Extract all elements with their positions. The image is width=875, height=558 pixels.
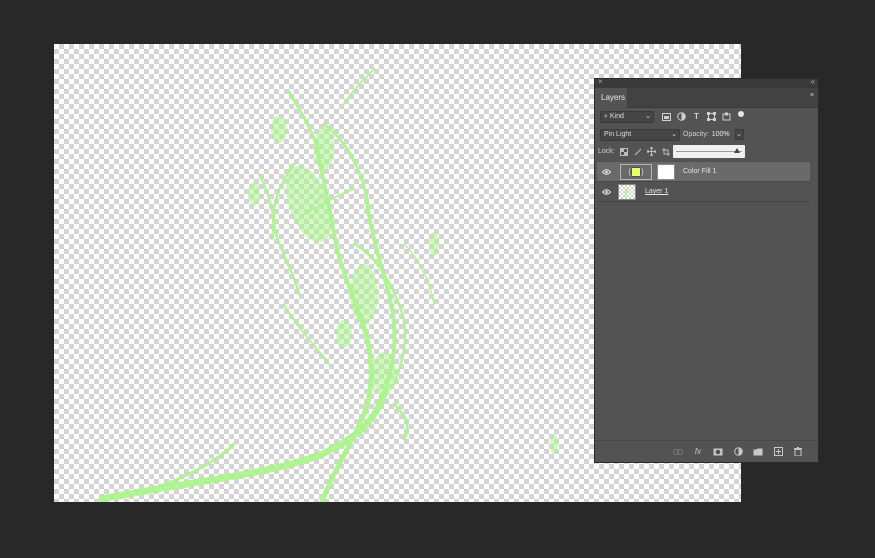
- tab-layers[interactable]: Layers: [595, 88, 627, 108]
- bracket-right-icon: }: [641, 166, 644, 176]
- color-fill-thumbnail[interactable]: { }: [620, 163, 652, 180]
- chevron-down-icon: ⌄: [645, 112, 651, 120]
- lock-position-icon[interactable]: [647, 147, 657, 157]
- panel-tab-row: Layers ≡: [595, 88, 818, 108]
- visibility-eye-icon[interactable]: [599, 182, 613, 202]
- search-icon: ⌕: [604, 112, 608, 120]
- layer-style-fx-icon[interactable]: fx: [692, 446, 704, 458]
- smart-object-filter-icon[interactable]: [721, 111, 732, 122]
- layer-mask-thumbnail[interactable]: [657, 163, 675, 180]
- panel-bottom-toolbar: fx: [595, 440, 818, 462]
- fill-color-swatch: [631, 166, 641, 177]
- opacity-slider[interactable]: [673, 145, 745, 158]
- image-filter-icon[interactable]: [661, 111, 672, 122]
- shape-filter-icon[interactable]: [706, 111, 717, 122]
- chevron-down-icon: ⌄: [671, 130, 677, 138]
- new-layer-icon[interactable]: [772, 446, 784, 458]
- panel-titlebar: × «: [595, 77, 818, 88]
- blend-mode-select[interactable]: Pin Light ⌄: [600, 128, 680, 141]
- lock-artboard-icon[interactable]: [661, 147, 671, 157]
- adjustment-filter-icon[interactable]: [676, 111, 687, 122]
- layer-thumbnail[interactable]: [618, 183, 636, 200]
- opacity-slider-thumb[interactable]: [734, 148, 741, 153]
- layer-filter-row: ⌕ Kind ⌄ T: [600, 110, 812, 123]
- layer-name[interactable]: Layer 1: [645, 188, 668, 195]
- opacity-value[interactable]: 100%: [712, 131, 730, 138]
- add-mask-icon[interactable]: [712, 446, 724, 458]
- layer-row[interactable]: Layer 1: [597, 182, 810, 202]
- lock-transparent-pixels-icon[interactable]: [619, 147, 629, 157]
- layers-panel: × « Layers ≡ ⌕ Kind ⌄ T Pin Light ⌄ Opac…: [594, 77, 819, 463]
- filter-kind-select[interactable]: ⌕ Kind ⌄: [600, 110, 654, 123]
- filter-kind-label: Kind: [609, 112, 624, 120]
- layer-row[interactable]: { } Color Fill 1: [597, 162, 810, 182]
- opacity-slider-track: [676, 151, 742, 152]
- delete-layer-trash-icon[interactable]: [792, 446, 804, 458]
- panel-menu-icon[interactable]: ≡: [810, 92, 814, 99]
- new-adjustment-layer-icon[interactable]: [732, 446, 744, 458]
- filter-toggle-icon[interactable]: [738, 110, 744, 117]
- panel-collapse-icon[interactable]: «: [811, 77, 815, 86]
- visibility-eye-icon[interactable]: [599, 162, 613, 182]
- lock-row: Lock:: [598, 145, 812, 158]
- blend-row: Pin Light ⌄ Opacity: 100% ⌄: [600, 128, 812, 141]
- lock-image-pixels-icon[interactable]: [633, 147, 643, 157]
- link-layers-icon[interactable]: [672, 446, 684, 458]
- opacity-label: Opacity:: [683, 131, 709, 138]
- opacity-dropdown-button[interactable]: ⌄: [734, 129, 744, 140]
- type-filter-icon[interactable]: T: [691, 111, 702, 122]
- layers-list: { } Color Fill 1 Layer 1: [597, 162, 810, 202]
- lock-label: Lock:: [598, 148, 615, 155]
- panel-close-icon[interactable]: ×: [598, 77, 603, 86]
- layer-name[interactable]: Color Fill 1: [683, 168, 716, 175]
- blend-mode-value: Pin Light: [604, 130, 632, 138]
- new-group-folder-icon[interactable]: [752, 446, 764, 458]
